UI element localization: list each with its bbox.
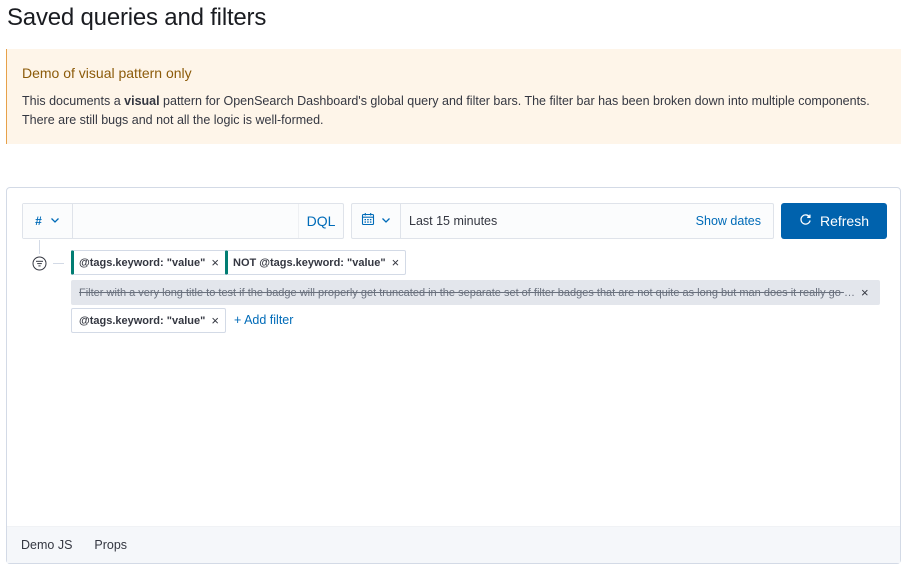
close-icon[interactable]: ×: [211, 256, 219, 269]
filter-badge[interactable]: @tags.keyword: "value" ×: [71, 308, 226, 333]
show-dates-link[interactable]: Show dates: [696, 204, 773, 238]
filter-badge[interactable]: NOT @tags.keyword: "value" ×: [225, 250, 407, 275]
demo-panel: # DQL Last 15 minutes Show dates Refresh…: [6, 187, 901, 564]
tab-demo-js[interactable]: Demo JS: [21, 538, 72, 552]
callout-title: Demo of visual pattern only: [22, 65, 192, 81]
tree-connector: [39, 240, 40, 254]
filter-badge-label: @tags.keyword: "value": [79, 314, 206, 327]
demo-callout: Demo of visual pattern only This documen…: [6, 49, 901, 144]
code-tabs: Demo JS Props: [7, 526, 900, 563]
hash-icon: #: [35, 214, 42, 228]
close-icon[interactable]: ×: [211, 314, 219, 327]
page-title: Saved queries and filters: [7, 4, 267, 31]
callout-text-bold: visual: [124, 94, 160, 108]
query-input-group: # DQL: [22, 203, 344, 239]
quick-select-button[interactable]: [352, 204, 401, 238]
callout-body: This documents a visual pattern for Open…: [22, 92, 887, 130]
filter-icon[interactable]: [32, 256, 47, 271]
filter-badge-label: @tags.keyword: "value": [79, 256, 206, 269]
calendar-icon: [361, 212, 375, 231]
filter-badge-label: NOT @tags.keyword: "value": [233, 256, 386, 269]
query-language-button[interactable]: DQL: [299, 204, 343, 238]
query-bar: # DQL Last 15 minutes Show dates Refresh: [22, 203, 887, 239]
filter-badge-disabled[interactable]: Filter with a very long title to test if…: [71, 280, 880, 305]
filter-badge[interactable]: @tags.keyword: "value" ×: [71, 250, 226, 275]
tree-connector: [53, 263, 64, 264]
query-input[interactable]: [73, 204, 299, 238]
chevron-down-icon: [50, 214, 60, 228]
filter-badge-label: Filter with a very long title to test if…: [79, 286, 855, 299]
callout-text-start: This documents a: [22, 94, 125, 108]
refresh-icon: [799, 213, 812, 229]
tab-props[interactable]: Props: [94, 538, 127, 552]
date-picker: Last 15 minutes Show dates: [351, 203, 774, 239]
close-icon[interactable]: ×: [861, 286, 869, 299]
refresh-label: Refresh: [819, 213, 870, 229]
date-range-label[interactable]: Last 15 minutes: [401, 204, 696, 238]
chevron-down-icon: [381, 212, 391, 230]
refresh-button[interactable]: Refresh: [781, 203, 887, 239]
add-filter-button[interactable]: + Add filter: [234, 313, 293, 327]
close-icon[interactable]: ×: [392, 256, 400, 269]
saved-query-menu-button[interactable]: #: [23, 204, 73, 238]
